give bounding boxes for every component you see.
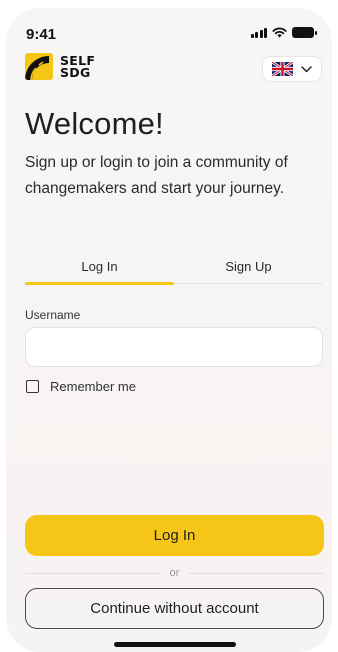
remember-me-label: Remember me bbox=[50, 379, 136, 394]
username-input[interactable] bbox=[25, 327, 323, 367]
username-label: Username bbox=[25, 308, 81, 322]
status-time: 9:41 bbox=[26, 26, 57, 43]
tab-signup[interactable]: Sign Up bbox=[174, 254, 323, 283]
logo-mark-icon bbox=[25, 53, 53, 80]
remember-me[interactable]: Remember me bbox=[26, 379, 136, 394]
or-divider: or bbox=[25, 566, 324, 580]
brand-logo: SELF SDG bbox=[25, 53, 95, 80]
home-indicator bbox=[114, 642, 236, 647]
logo-line-2: SDG bbox=[60, 64, 91, 80]
page-subtitle: Sign up or login to join a community of … bbox=[25, 154, 288, 197]
uk-flag-icon bbox=[272, 62, 293, 76]
divider-line-right bbox=[189, 572, 324, 574]
login-button[interactable]: Log In bbox=[25, 515, 324, 556]
language-selector-button[interactable] bbox=[262, 56, 322, 82]
remember-me-checkbox[interactable] bbox=[26, 380, 39, 393]
status-icons bbox=[250, 27, 317, 38]
cellular-signal-icon bbox=[250, 27, 267, 38]
chevron-down-icon bbox=[301, 65, 312, 72]
divider-line-left bbox=[25, 572, 160, 574]
tab-login[interactable]: Log In bbox=[25, 254, 174, 285]
continue-without-account-button[interactable]: Continue without account bbox=[25, 588, 324, 629]
logo-text: SELF SDG bbox=[60, 54, 95, 80]
battery-icon bbox=[292, 27, 317, 38]
app-screen: 9:41 SELF SDG Welcome! Sign up or login … bbox=[6, 8, 332, 652]
page-title: Welcome! bbox=[25, 106, 164, 141]
auth-tabs: Log In Sign Up bbox=[25, 254, 323, 285]
divider-text: or bbox=[169, 567, 180, 579]
wifi-icon bbox=[272, 27, 287, 38]
